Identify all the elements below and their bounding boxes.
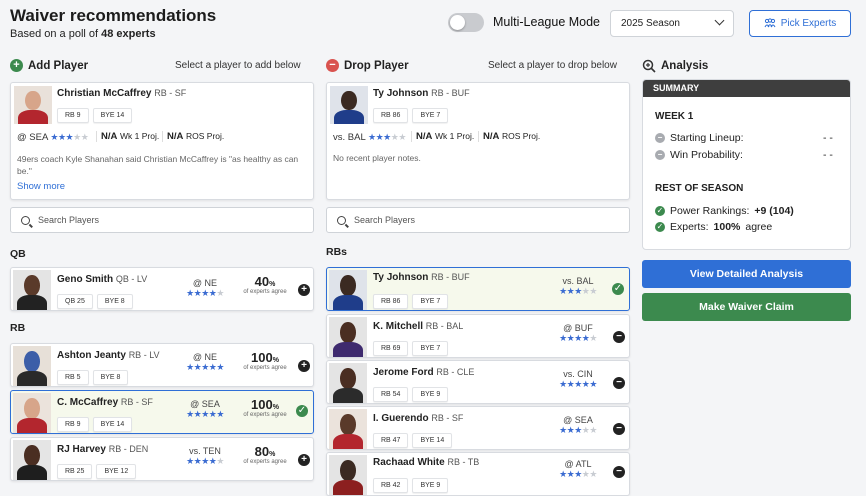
matchup: @ SEA ★★★★★ [17, 132, 89, 143]
opponent: vs. TEN ★★★★★ [186, 446, 224, 466]
group-label-rbs: RBs [326, 246, 348, 258]
experts-row: ✓ Experts: 100% agree [655, 221, 773, 233]
add-icon[interactable]: + [298, 360, 310, 372]
plus-circle-icon: + [10, 59, 23, 72]
week-projection: N/A Wk 1 Proj. [96, 131, 159, 142]
check-icon[interactable]: ✓ [296, 405, 308, 417]
multi-league-label: Multi-League Mode [493, 15, 601, 29]
drop-player-hint: Select a player to drop below [488, 60, 617, 71]
player-name: Ashton Jeanty RB - LV [57, 350, 160, 361]
analysis-heading: Analysis [642, 59, 708, 73]
expert-agreement: 100% of experts agree [243, 397, 287, 418]
selected-drop-player-card: Ty Johnson RB - BUF RB 86 BYE 7 vs. BAL ★… [326, 82, 630, 200]
drop-row-ty-johnson[interactable]: Ty Johnson RB - BUF RB 86 BYE 7 vs. BAL ★★… [326, 267, 630, 311]
selected-player-name: Ty Johnson RB - BUF [373, 88, 470, 99]
show-more-link[interactable]: Show more [17, 181, 65, 192]
ros-projection: N/A ROS Proj. [478, 131, 540, 142]
opponent: @ SEA ★★★★★ [559, 415, 597, 435]
season-select[interactable]: 2025 Season [610, 10, 734, 37]
win-probability-row: − Win Probability: [655, 149, 743, 161]
multi-league-toggle[interactable] [448, 13, 484, 32]
add-icon[interactable]: + [298, 284, 310, 296]
rank-chip: RB 86 [373, 108, 409, 123]
search-icon [337, 215, 346, 225]
drop-row-i-guerendo[interactable]: I. Guerendo RB - SF RB 47 BYE 14 @ SEA ★★★… [326, 406, 630, 450]
starting-lineup-row: − Starting Lineup: [655, 132, 744, 144]
pick-experts-button[interactable]: Pick Experts [749, 10, 851, 37]
check-circle-icon: ✓ [655, 206, 665, 216]
week-projection: N/A Wk 1 Proj. [411, 131, 474, 142]
player-row-c-mccaffrey[interactable]: C. McCaffrey RB - SF RB 9 BYE 14 @ SEA ★★★… [10, 390, 314, 434]
add-player-heading: + Add Player [10, 59, 88, 72]
player-row-geno-smith[interactable]: Geno Smith QB - LV QB 25 BYE 8 @ NE ★★★★★ … [10, 267, 314, 311]
power-rankings-row: ✓ Power Rankings: +9 (104) [655, 205, 794, 217]
expert-agreement: 80% of experts agree [243, 444, 287, 465]
player-row-ashton-jeanty[interactable]: Ashton Jeanty RB - LV RB 5 BYE 8 @ NE ★★★★… [10, 343, 314, 387]
toggle-knob [450, 15, 465, 30]
summary-header: SUMMARY [643, 80, 850, 97]
player-name: K. Mitchell RB - BAL [373, 321, 464, 332]
player-row-rj-harvey[interactable]: RJ Harvey RB - DEN RB 25 BYE 12 vs. TEN ★★… [10, 437, 314, 481]
player-name: Ty Johnson RB - BUF [373, 272, 470, 283]
experts-icon [764, 18, 776, 28]
make-waiver-claim-button[interactable]: Make Waiver Claim [642, 293, 851, 321]
player-note: 49ers coach Kyle Shanahan said Christian… [17, 154, 299, 176]
drop-row-rachaad-white[interactable]: Rachaad White RB - TB RB 42 BYE 9 @ ATL ★★… [326, 452, 630, 496]
selected-player-name: Christian McCaffrey RB - SF [57, 88, 187, 99]
chevron-down-icon [714, 15, 725, 26]
player-photo [14, 86, 52, 124]
group-label-qb: QB [10, 248, 26, 260]
player-name: I. Guerendo RB - SF [373, 413, 464, 424]
bye-chip: BYE 7 [412, 108, 449, 123]
bye-chip: BYE 14 [92, 108, 133, 123]
week-label: WEEK 1 [655, 111, 694, 122]
page-subtitle: Based on a poll of 48 experts [10, 28, 156, 40]
player-name: Geno Smith QB - LV [57, 274, 148, 285]
matchup: vs. BAL ★★★★★ [333, 132, 406, 143]
magnifier-plus-icon [642, 59, 656, 73]
player-name: Rachaad White RB - TB [373, 457, 480, 468]
player-name: Jerome Ford RB - CLE [373, 367, 475, 378]
ros-projection: N/A ROS Proj. [162, 131, 224, 142]
group-label-rb: RB [10, 322, 26, 334]
remove-icon[interactable]: − [613, 423, 625, 435]
opponent: vs. BAL ★★★★★ [559, 276, 597, 296]
add-icon[interactable]: + [298, 454, 310, 466]
check-circle-icon: ✓ [655, 222, 665, 232]
opponent: @ ATL ★★★★★ [559, 459, 597, 479]
opponent: @ SEA ★★★★★ [186, 399, 224, 419]
opponent: @ BUF ★★★★★ [559, 323, 597, 343]
remove-icon[interactable]: − [613, 331, 625, 343]
remove-icon[interactable]: − [613, 466, 625, 478]
opponent: @ NE ★★★★★ [186, 352, 224, 372]
expert-agreement: 100% of experts agree [243, 350, 287, 371]
player-name: C. McCaffrey RB - SF [57, 397, 153, 408]
add-player-hint: Select a player to add below [175, 60, 301, 71]
starting-lineup-value: - - [823, 132, 833, 144]
search-icon [21, 215, 30, 225]
drop-player-heading: − Drop Player [326, 59, 409, 72]
minus-circle-icon: − [655, 150, 665, 160]
view-detailed-analysis-button[interactable]: View Detailed Analysis [642, 260, 851, 288]
opponent: vs. CIN ★★★★★ [559, 369, 597, 389]
opponent: @ NE ★★★★★ [186, 278, 224, 298]
drop-row-k-mitchell[interactable]: K. Mitchell RB - BAL RB 69 BYE 7 @ BUF ★★★… [326, 314, 630, 358]
minus-circle-icon: − [326, 59, 339, 72]
rest-of-season-label: REST OF SEASON [655, 183, 744, 194]
rank-chip: RB 9 [57, 108, 89, 123]
player-note: No recent player notes. [333, 153, 421, 163]
summary-card: SUMMARY WEEK 1 − Starting Lineup: - - − … [642, 79, 851, 250]
win-probability-value: - - [823, 149, 833, 161]
add-search-input[interactable]: Search Players [10, 207, 314, 233]
check-icon[interactable]: ✓ [612, 283, 624, 295]
drop-row-jerome-ford[interactable]: Jerome Ford RB - CLE RB 54 BYE 9 vs. CIN ★… [326, 360, 630, 404]
player-photo [330, 86, 368, 124]
expert-agreement: 40% of experts agree [243, 274, 287, 295]
remove-icon[interactable]: − [613, 377, 625, 389]
drop-search-input[interactable]: Search Players [326, 207, 630, 233]
player-name: RJ Harvey RB - DEN [57, 444, 149, 455]
minus-circle-icon: − [655, 133, 665, 143]
page-title: Waiver recommendations [10, 6, 217, 25]
selected-add-player-card: Christian McCaffrey RB - SF RB 9 BYE 14 @… [10, 82, 314, 200]
